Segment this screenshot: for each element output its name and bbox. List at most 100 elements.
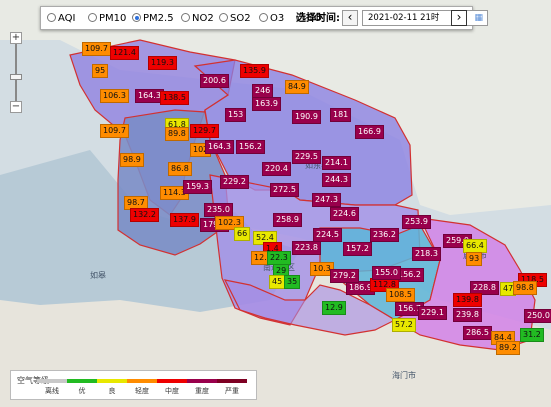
radio-icon[interactable] <box>219 13 228 22</box>
station-marker[interactable]: 119.3 <box>148 56 177 70</box>
legend-level-label: 重度 <box>195 387 209 395</box>
legend-color-bar <box>157 379 187 383</box>
station-marker[interactable]: 95 <box>92 64 109 78</box>
station-marker[interactable]: 279.2 <box>330 269 359 283</box>
radio-icon[interactable] <box>88 13 97 22</box>
station-marker[interactable]: 258.9 <box>273 213 302 227</box>
station-marker[interactable]: 224.6 <box>330 207 359 221</box>
station-marker[interactable]: 250.0 <box>524 309 551 323</box>
station-marker[interactable]: 236.2 <box>370 228 399 242</box>
pollutant-option-pm25[interactable]: PM2.5 <box>132 13 174 25</box>
station-marker[interactable]: 121.4 <box>110 46 139 60</box>
station-marker[interactable]: 244.3 <box>322 173 351 187</box>
station-marker[interactable]: 106.3 <box>100 89 129 103</box>
radio-icon[interactable] <box>132 13 141 22</box>
station-marker[interactable]: 139.8 <box>453 293 482 307</box>
legend-color-bar <box>217 379 247 383</box>
datetime-input[interactable]: 2021-02-11 21时 ▦ <box>362 10 488 26</box>
pollutant-option-aqi[interactable]: AQI <box>47 13 76 25</box>
station-marker[interactable]: 138.5 <box>160 91 189 105</box>
station-marker[interactable]: 129.7 <box>190 124 219 138</box>
station-marker[interactable]: 286.5 <box>463 326 492 340</box>
station-marker[interactable]: 84.9 <box>285 80 309 94</box>
station-marker[interactable]: 98.8 <box>513 281 537 295</box>
station-marker[interactable]: 218.3 <box>412 247 441 261</box>
chevron-right-icon: › <box>456 10 462 24</box>
station-marker[interactable]: 137.9 <box>170 213 199 227</box>
legend-level-label: 轻度 <box>135 387 149 395</box>
pollutant-label: PM2.5 <box>143 13 174 24</box>
station-marker[interactable]: 229.1 <box>418 306 447 320</box>
station-marker[interactable]: 31.2 <box>520 328 544 342</box>
zoom-slider-handle[interactable] <box>10 74 22 80</box>
toolbar: AQI PM10 PM2.5 NO2 SO2 O3 CO 选择时间: ‹ 2021-02-1… <box>40 6 488 30</box>
station-marker[interactable]: 109.7 <box>100 124 129 138</box>
station-marker[interactable]: 109.7 <box>82 42 111 56</box>
station-marker[interactable]: 239.8 <box>453 308 482 322</box>
station-marker[interactable]: 35 <box>284 275 301 289</box>
pollutant-label: AQI <box>58 13 76 24</box>
legend-level-label: 严重 <box>225 387 239 395</box>
zoom-out-button[interactable]: − <box>10 101 22 113</box>
map-canvas[interactable]: 海门市南通市区启东市如皋如东县 109.7121.4119.395200.613… <box>0 0 551 407</box>
station-marker[interactable]: 45 <box>269 275 286 289</box>
calendar-icon[interactable]: ▦ <box>474 11 483 25</box>
station-marker[interactable]: 224.5 <box>313 228 342 242</box>
radio-icon[interactable] <box>47 13 56 22</box>
station-marker[interactable]: 220.4 <box>262 162 291 176</box>
station-marker[interactable]: 214.1 <box>322 156 351 170</box>
legend-color-bar <box>37 379 67 383</box>
station-marker[interactable]: 246 <box>252 84 274 98</box>
station-marker[interactable]: 132.2 <box>130 208 159 222</box>
station-marker[interactable]: 163.9 <box>252 97 281 111</box>
station-marker[interactable]: 223.8 <box>292 241 321 255</box>
next-time-button[interactable]: › <box>451 10 467 26</box>
station-marker[interactable]: 159.3 <box>183 180 212 194</box>
radio-icon[interactable] <box>181 13 190 22</box>
station-marker[interactable]: 190.9 <box>292 110 321 124</box>
station-marker[interactable]: 57.2 <box>392 318 416 332</box>
station-marker[interactable]: 86.8 <box>168 162 192 176</box>
pollutant-option-so2[interactable]: SO2 <box>219 13 251 25</box>
station-marker[interactable]: 98.9 <box>120 153 144 167</box>
pollutant-option-o3[interactable]: O3 <box>259 13 284 25</box>
pollutant-option-no2[interactable]: NO2 <box>181 13 214 25</box>
legend-color-bar <box>67 379 97 383</box>
station-marker[interactable]: 22.3 <box>267 251 291 265</box>
station-marker[interactable]: 166.9 <box>355 125 384 139</box>
zoom-slider-track[interactable] <box>15 44 17 101</box>
prev-time-button[interactable]: ‹ <box>342 10 358 26</box>
station-marker[interactable]: 229.2 <box>220 175 249 189</box>
radio-icon[interactable] <box>259 13 268 22</box>
station-marker[interactable]: 153 <box>225 108 247 122</box>
map-background <box>0 0 551 407</box>
station-marker[interactable]: 155.0 <box>372 266 401 280</box>
minus-icon: − <box>11 101 21 112</box>
station-marker[interactable]: 157.2 <box>343 242 372 256</box>
station-marker[interactable]: 66 <box>234 227 251 241</box>
station-marker[interactable]: 164.3 <box>205 140 234 154</box>
map-place-label: 海门市 <box>392 371 416 380</box>
station-marker[interactable]: 89.8 <box>165 127 189 141</box>
station-marker[interactable]: 200.6 <box>200 74 229 88</box>
station-marker[interactable]: 89.2 <box>496 341 520 355</box>
station-marker[interactable]: 156.2 <box>236 140 265 154</box>
station-marker[interactable]: 229.5 <box>292 150 321 164</box>
station-marker[interactable]: 108.5 <box>386 288 415 302</box>
station-marker[interactable]: 181 <box>330 108 352 122</box>
station-marker[interactable]: 93 <box>466 252 483 266</box>
station-marker[interactable]: 66.4 <box>463 239 487 253</box>
legend-level-label: 离线 <box>45 387 59 395</box>
station-marker[interactable]: 247.3 <box>312 193 341 207</box>
legend-level-label: 中度 <box>165 387 179 395</box>
station-marker[interactable]: 135.9 <box>240 64 269 78</box>
station-marker[interactable]: 235.0 <box>204 203 233 217</box>
chevron-left-icon: ‹ <box>347 10 353 24</box>
legend-level-label: 良 <box>108 387 116 395</box>
pollutant-option-pm10[interactable]: PM10 <box>88 13 126 25</box>
station-marker[interactable]: 253.9 <box>402 215 431 229</box>
zoom-in-button[interactable]: + <box>10 32 22 44</box>
station-marker[interactable]: 272.5 <box>270 183 299 197</box>
pollutant-label: PM10 <box>99 13 127 24</box>
station-marker[interactable]: 12.9 <box>322 301 346 315</box>
